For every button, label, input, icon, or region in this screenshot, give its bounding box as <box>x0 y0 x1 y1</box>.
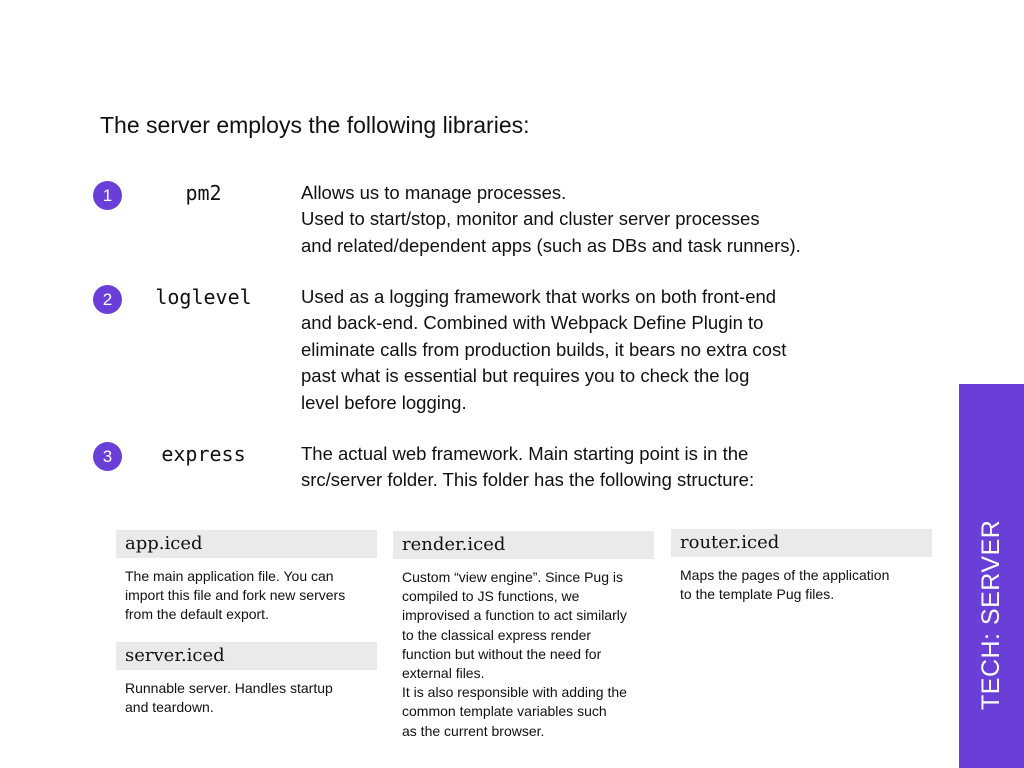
description-line: external files. <box>402 665 485 682</box>
library-name: express <box>161 442 246 466</box>
description-line: to the template Pug files. <box>680 586 835 603</box>
library-description: Used as a logging framework that works o… <box>301 284 871 416</box>
library-name: loglevel <box>155 285 252 309</box>
file-card-router: router.iced Maps the pages of the applic… <box>671 529 932 604</box>
description-line: compiled to JS functions, we <box>402 588 580 605</box>
file-name: server.iced <box>116 642 377 670</box>
description-line: Used as a logging framework that works o… <box>301 286 777 307</box>
description-line: as the current browser. <box>402 722 545 739</box>
description-line: Maps the pages of the application <box>680 567 890 583</box>
description-line: Runnable server. Handles startup <box>125 680 333 696</box>
description-line: Custom “view engine”. Since Pug is <box>402 569 623 585</box>
description-line: level before logging. <box>301 391 467 413</box>
intro-heading: The server employs the following librari… <box>100 112 530 138</box>
file-description: Custom “view engine”. Since Pug is compi… <box>393 568 654 741</box>
description-line: and teardown. <box>125 699 214 716</box>
description-line: Allows us to manage processes. <box>301 182 567 203</box>
file-card-server: server.iced Runnable server. Handles sta… <box>116 642 377 717</box>
file-description: Runnable server. Handles startup and tea… <box>116 679 377 717</box>
file-description: The main application file. You can impor… <box>116 567 377 625</box>
description-line: The main application file. You can <box>125 568 334 584</box>
description-line: and related/dependent apps (such as DBs … <box>301 234 801 256</box>
description-line: function but without the need for <box>402 645 602 662</box>
number-badge: 3 <box>93 442 122 471</box>
description-line: improvised a function to act similarly <box>402 607 627 624</box>
description-line: eliminate calls from production builds, … <box>301 338 787 360</box>
library-description: The actual web framework. Main starting … <box>301 441 871 494</box>
file-card-app: app.iced The main application file. You … <box>116 530 377 625</box>
library-name: pm2 <box>185 181 222 205</box>
file-name: render.iced <box>393 531 654 559</box>
number-badge: 2 <box>93 285 122 314</box>
library-description: Allows us to manage processes. Used to s… <box>301 180 871 259</box>
description-line: Used to start/stop, monitor and cluster … <box>301 208 760 230</box>
description-line: import this file and fork new servers <box>125 587 346 604</box>
file-name: router.iced <box>671 529 932 557</box>
file-description: Maps the pages of the application to the… <box>671 566 932 604</box>
description-line: It is also responsible with adding the <box>402 684 627 701</box>
description-line: common template variables such <box>402 703 607 720</box>
description-line: The actual web framework. Main starting … <box>301 443 749 464</box>
file-card-render: render.iced Custom “view engine”. Since … <box>393 531 654 741</box>
file-name: app.iced <box>116 530 377 558</box>
section-label: TECH: SERVER <box>977 519 1005 710</box>
description-line: from the default export. <box>125 606 269 623</box>
description-line: and back-end. Combined with Webpack Defi… <box>301 312 764 334</box>
section-side-tab: TECH: SERVER <box>959 384 1024 768</box>
description-line: to the classical express render <box>402 626 592 643</box>
number-badge: 1 <box>93 181 122 210</box>
description-line: past what is essential but requires you … <box>301 365 750 387</box>
description-line: src/server folder. This folder has the f… <box>301 469 755 491</box>
